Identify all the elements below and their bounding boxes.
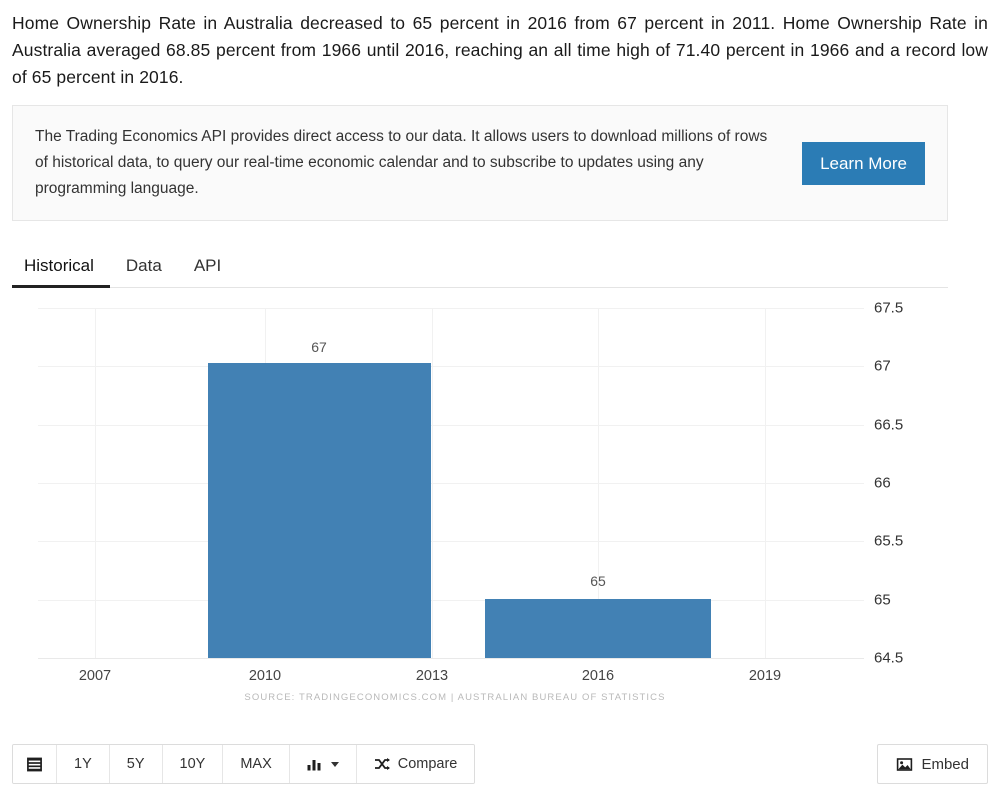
ytick-67.5: 67.5 xyxy=(874,299,904,317)
tab-api[interactable]: API xyxy=(178,256,237,287)
bar-label-2016: 65 xyxy=(590,573,606,589)
bar-2016[interactable] xyxy=(485,599,711,658)
chart-source-attribution: SOURCE: TRADINGECONOMICS.COM | AUSTRALIA… xyxy=(244,692,666,703)
toolbar-button-group: 1Y 5Y 10Y MAX Compare xyxy=(12,744,476,784)
gridline-v-2013 xyxy=(432,308,433,658)
embed-label: Embed xyxy=(921,755,969,773)
compare-button[interactable]: Compare xyxy=(356,745,475,783)
ytick-64.5: 64.5 xyxy=(874,649,904,667)
learn-more-button[interactable]: Learn More xyxy=(802,141,925,185)
ytick-66: 66 xyxy=(874,474,891,492)
gridline-h-64.5 xyxy=(38,658,864,659)
bar-2011[interactable] xyxy=(208,363,431,658)
gridline-h-66 xyxy=(38,483,864,484)
chart-container[interactable]: 67 65 67.5 67 66.5 66 65.5 65 64.5 2007 … xyxy=(0,288,1000,708)
chart-plot-area: 67 65 xyxy=(38,308,864,659)
gridline-h-67.5 xyxy=(38,308,864,309)
bar-chart-icon xyxy=(307,757,322,771)
ytick-67: 67 xyxy=(874,357,891,375)
ytick-65.5: 65.5 xyxy=(874,532,904,550)
range-max-button[interactable]: MAX xyxy=(223,745,290,783)
tab-historical[interactable]: Historical xyxy=(12,256,110,288)
gridline-h-67 xyxy=(38,366,864,367)
gridline-h-65 xyxy=(38,600,864,601)
range-1y-button[interactable]: 1Y xyxy=(57,745,110,783)
tab-data[interactable]: Data xyxy=(110,256,178,287)
chevron-down-icon xyxy=(330,761,339,767)
tab-bar: Historical Data API xyxy=(12,243,948,288)
embed-button[interactable]: Embed xyxy=(877,744,988,784)
compare-label: Compare xyxy=(397,756,458,772)
gridline-h-66.5 xyxy=(38,425,864,426)
chart-type-dropdown[interactable] xyxy=(289,745,357,783)
xtick-2016: 2016 xyxy=(581,668,615,684)
range-5y-button[interactable]: 5Y xyxy=(109,745,163,783)
xtick-2013: 2013 xyxy=(415,668,449,684)
intro-paragraph: Home Ownership Rate in Australia decreas… xyxy=(12,13,988,87)
gridline-h-65.5 xyxy=(38,541,864,542)
range-10y-button[interactable]: 10Y xyxy=(162,745,224,783)
bar-label-2011: 67 xyxy=(311,339,327,355)
xtick-2007: 2007 xyxy=(78,668,112,684)
gridline-v-2007 xyxy=(95,308,96,658)
image-icon xyxy=(896,757,913,772)
api-promo-box: The Trading Economics API provides direc… xyxy=(12,105,948,221)
calendar-button[interactable] xyxy=(13,745,57,783)
gridline-v-2019 xyxy=(765,308,766,658)
ytick-66.5: 66.5 xyxy=(874,416,904,434)
chart-toolbar: 1Y 5Y 10Y MAX Compare Embed xyxy=(12,744,988,784)
calendar-icon xyxy=(26,756,43,773)
api-promo-text: The Trading Economics API provides direc… xyxy=(35,128,768,197)
shuffle-icon xyxy=(374,757,391,772)
xtick-2019: 2019 xyxy=(748,668,782,684)
xtick-2010: 2010 xyxy=(248,668,282,684)
ytick-65: 65 xyxy=(874,591,891,609)
